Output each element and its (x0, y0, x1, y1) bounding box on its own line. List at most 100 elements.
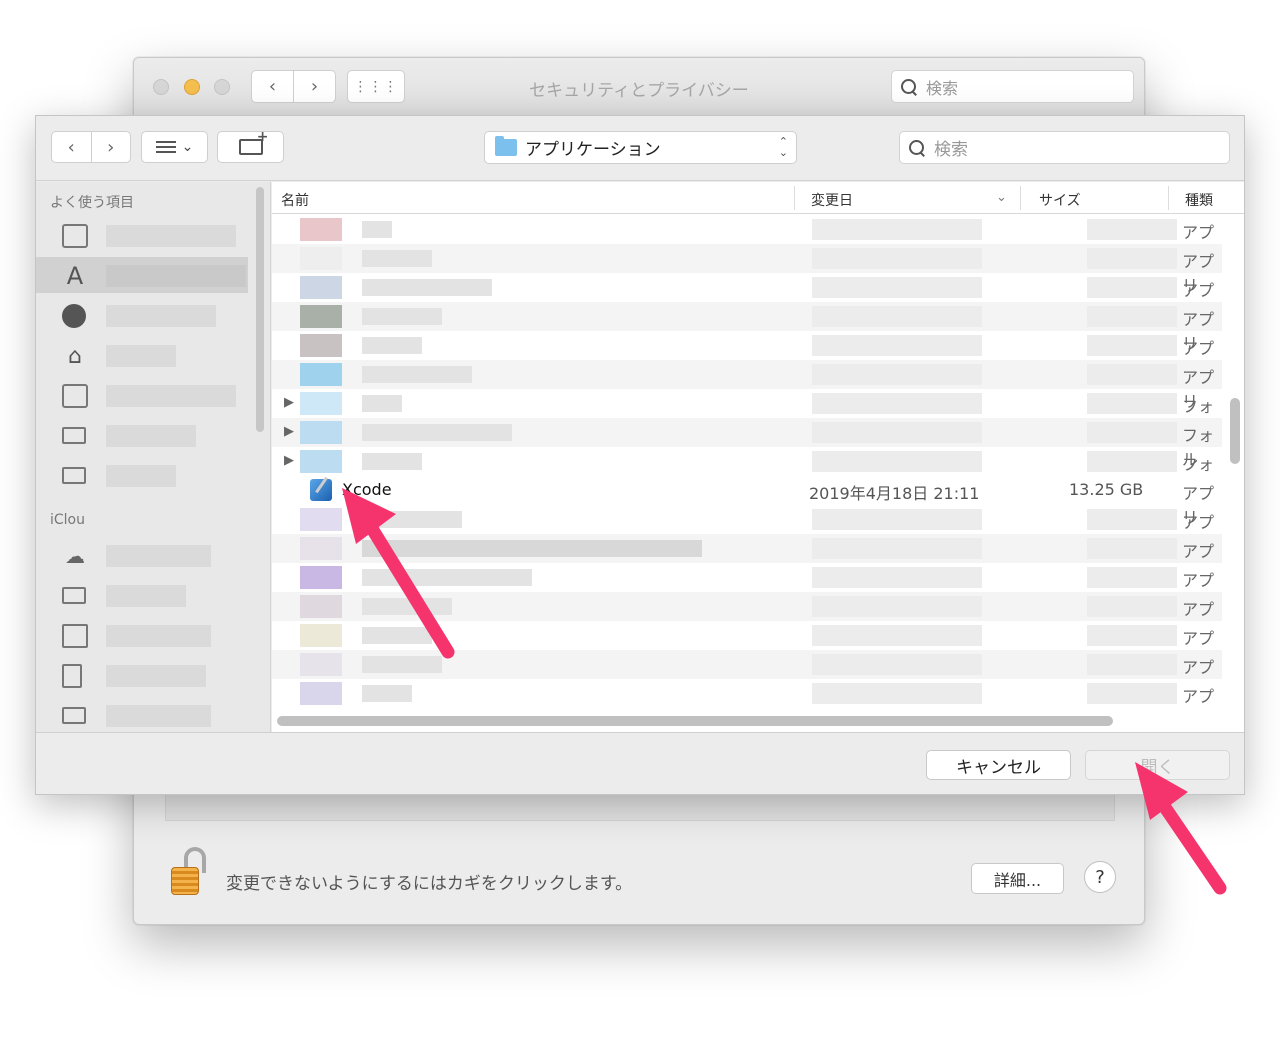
table-row[interactable]: アプ (272, 679, 1222, 708)
sidebar-item[interactable]: ⌂ (36, 337, 248, 373)
favorites-header: よく使う項目 (50, 195, 134, 211)
row-kind: アプ (1182, 542, 1215, 561)
sidebar-item-label (106, 665, 206, 687)
table-row[interactable]: アプ (272, 592, 1222, 621)
row-kind: アプ (1182, 600, 1215, 619)
dialog-button-bar: キャンセル 開く (36, 732, 1244, 794)
disclosure-triangle-icon[interactable]: ▶ (284, 453, 294, 468)
new-folder-button[interactable] (217, 129, 284, 163)
disclosure-triangle-icon[interactable]: ▶ (284, 424, 294, 439)
prefs-search-field[interactable]: 検索 (891, 70, 1134, 103)
row-kind: アプ (1182, 571, 1215, 590)
sidebar-item[interactable] (36, 457, 248, 493)
row-kind: アプ (1182, 658, 1215, 677)
table-row[interactable]: アプリ (272, 331, 1222, 382)
column-date[interactable]: 変更日 (811, 190, 853, 210)
sidebar-item[interactable] (36, 617, 248, 653)
sidebar-scrollbar[interactable] (256, 187, 264, 432)
row-size: 13.25 GB (1069, 480, 1144, 499)
sidebar-item-label (106, 345, 176, 367)
sidebar-item[interactable] (36, 657, 248, 693)
home-icon: ⌂ (68, 344, 82, 369)
search-icon (900, 78, 918, 96)
table-row[interactable]: アプ (272, 621, 1222, 650)
table-row[interactable]: アプリ (272, 360, 1222, 411)
applications-icon: A (66, 262, 84, 290)
applications-folder-icon (495, 136, 517, 156)
sidebar-item[interactable] (36, 697, 248, 732)
cancel-button[interactable]: キャンセル (926, 750, 1071, 780)
table-row[interactable]: ▶フォル (272, 418, 1222, 469)
folder-icon (62, 707, 86, 724)
dialog-back-button[interactable]: ‹ (51, 131, 92, 163)
file-list-vertical-scrollbar[interactable] (1230, 398, 1240, 464)
desktop-icon (62, 624, 88, 648)
sidebar-item[interactable] (36, 297, 248, 333)
location-popup[interactable]: アプリケーション ⌃ ⌄ (484, 131, 797, 164)
disclosure-triangle-icon[interactable]: ▶ (284, 395, 294, 410)
file-list-horizontal-scrollbar[interactable] (277, 716, 1113, 726)
column-size[interactable]: サイズ (1039, 190, 1081, 210)
column-headers: 名前 変更日 ⌄ サイズ 種類 (272, 182, 1244, 214)
sidebar-item-label (106, 585, 186, 607)
row-kind: アプ (1182, 513, 1215, 532)
advanced-button[interactable]: 詳細... (971, 863, 1064, 894)
padlock-icon[interactable] (165, 847, 213, 897)
dialog-forward-button[interactable]: › (91, 131, 131, 163)
table-row[interactable]: アプ (272, 650, 1222, 679)
table-row[interactable]: アプリ (272, 302, 1222, 353)
chevron-left-icon: ‹ (67, 136, 75, 158)
folder-icon (62, 427, 86, 444)
sidebar-item[interactable]: ☁ (36, 537, 248, 573)
dialog-search-field[interactable]: 検索 (899, 131, 1230, 164)
icloud-header: iClou (50, 512, 85, 528)
sidebar-item-label (106, 465, 176, 487)
table-row[interactable]: アプリ (272, 215, 1222, 266)
column-kind[interactable]: 種類 (1185, 190, 1213, 210)
sort-chevron-icon: ⌄ (996, 190, 1007, 205)
chevron-down-icon: ⌄ (181, 139, 194, 155)
open-button[interactable]: 開く (1085, 750, 1230, 780)
disk-icon (62, 384, 88, 408)
sidebar-item[interactable] (36, 417, 248, 453)
cloud-icon: ☁ (65, 544, 85, 568)
table-row[interactable]: アプ (272, 563, 1222, 592)
documents-icon (62, 664, 82, 688)
table-row[interactable]: アプリ (272, 273, 1222, 324)
sidebar-item-applications[interactable]: A (36, 257, 248, 293)
row-date: 2019年4月18日 21:11 (809, 484, 980, 503)
sidebar-item[interactable] (36, 217, 248, 253)
sidebar-item-label (106, 305, 216, 327)
prefs-search-placeholder: 検索 (926, 78, 959, 98)
sidebar-item-label (106, 425, 196, 447)
file-list: 名前 変更日 ⌄ サイズ 種類 アプリ アプリ アプリ アプリ アプリ アプリ … (272, 182, 1244, 732)
sidebar-item[interactable] (36, 577, 248, 613)
downloads-icon (62, 304, 86, 328)
open-file-dialog: ‹ › ⌄ アプリケーション ⌃⌄ 検索 よく使う項目 A (35, 115, 1245, 795)
table-row[interactable]: アプ (272, 534, 1222, 563)
table-row[interactable]: ▶フォル (272, 447, 1222, 498)
sidebar-item-label (106, 385, 236, 407)
table-row-xcode[interactable]: Xcode 2019年4月18日 21:11 13.25 GB アプリ (272, 476, 1222, 527)
popup-arrows-icon: ⌃ ⌄ (778, 135, 788, 159)
row-kind: アプ (1182, 629, 1215, 648)
dialog-nav-buttons: ‹ › (51, 131, 131, 163)
recents-icon (62, 224, 88, 248)
help-button[interactable]: ? (1084, 861, 1116, 893)
chevron-right-icon: › (107, 136, 115, 158)
sidebar-item-label (106, 625, 211, 647)
new-folder-icon (238, 129, 269, 155)
folder-icon (62, 587, 86, 604)
table-row[interactable]: ▶フォル (272, 389, 1222, 440)
view-mode-button[interactable]: ⌄ (141, 131, 208, 163)
sidebar-item[interactable] (36, 377, 248, 413)
prefs-titlebar: ‹ › ⋮⋮⋮ セキュリティとプライバシー 検索 (134, 58, 1144, 116)
sidebar-item-label (106, 545, 211, 567)
lock-message: 変更できないようにするにはカギをクリックします。 (226, 874, 633, 894)
column-name[interactable]: 名前 (281, 190, 309, 210)
search-icon (908, 139, 926, 157)
table-row[interactable]: アプ (272, 505, 1222, 534)
row-name: Xcode (342, 480, 392, 499)
sidebar-item-label (106, 705, 211, 727)
table-row[interactable]: アプリ (272, 244, 1222, 295)
